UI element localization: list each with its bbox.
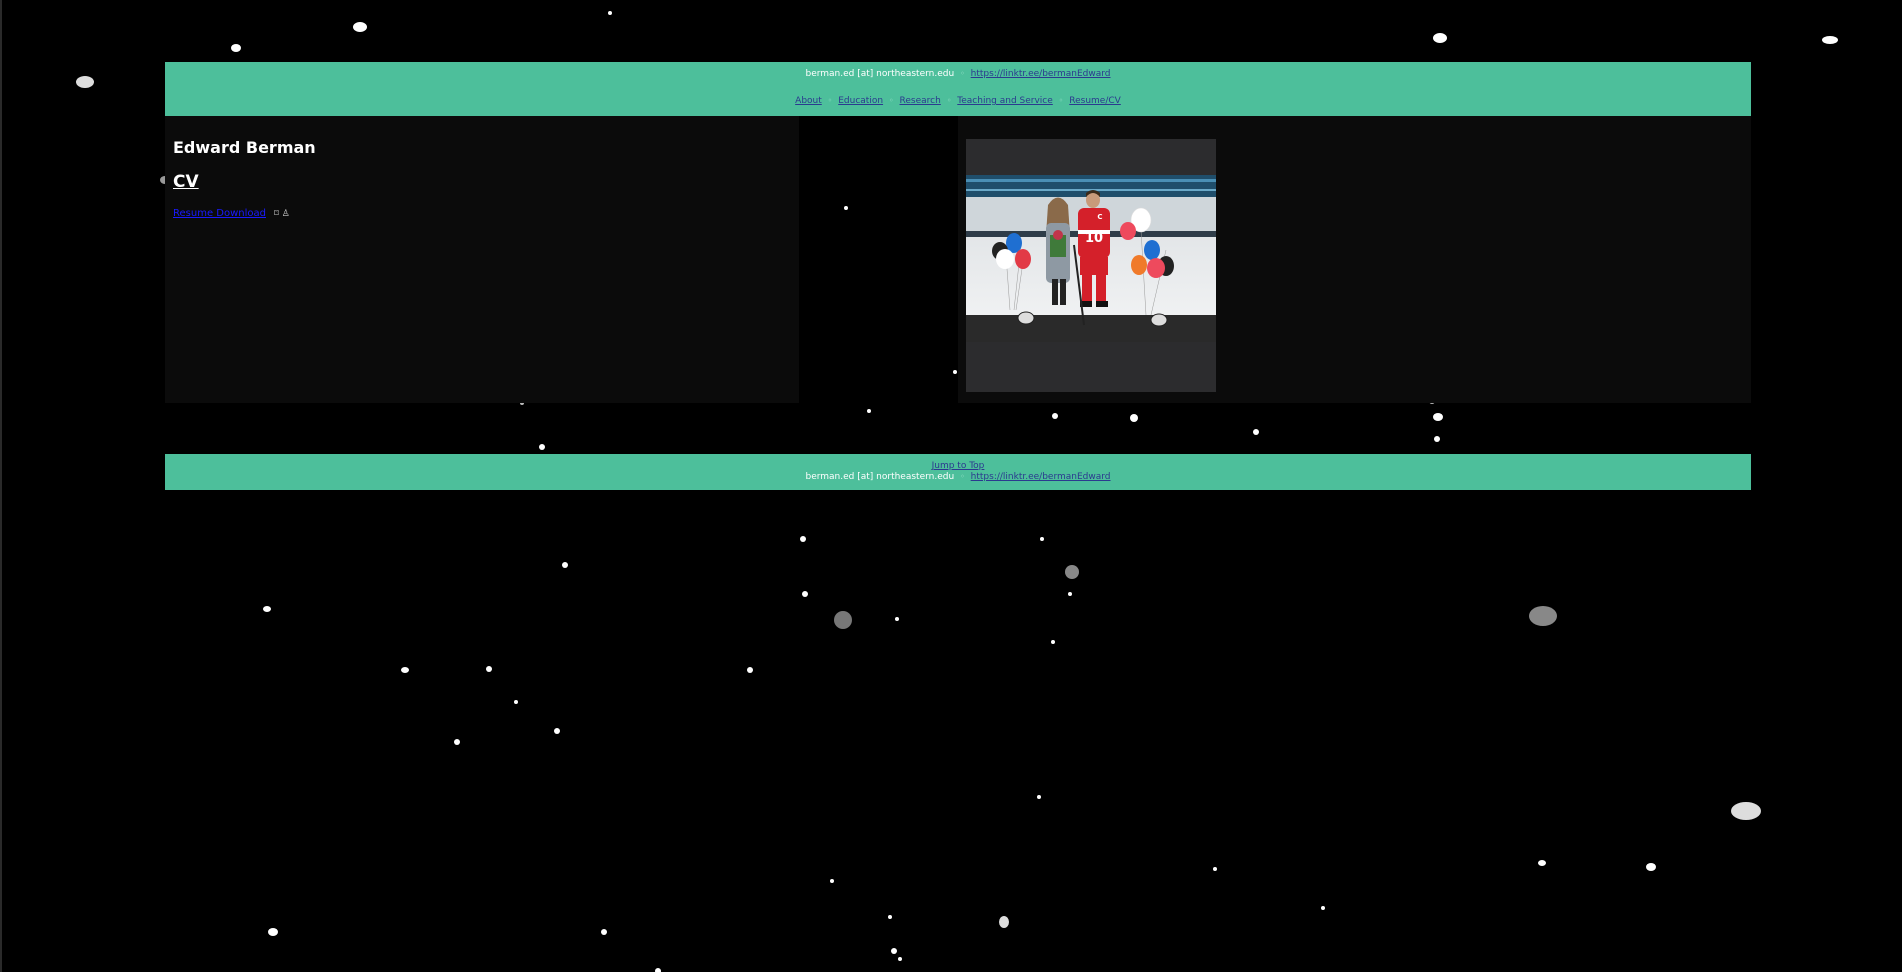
resume-icons: ⌑ ♙ [274, 209, 290, 219]
nav-separator: ◦ [1058, 96, 1064, 105]
star-dot [231, 44, 241, 52]
star-dot [867, 409, 871, 413]
star-dot [830, 879, 834, 883]
star-dot [1051, 640, 1055, 644]
header-email: berman.ed [at] northeastern.edu [805, 69, 955, 79]
star-dot [1538, 860, 1546, 866]
jump-row: Jump to Top [165, 461, 1751, 471]
star-dot [1253, 429, 1259, 435]
nav-about[interactable]: About [795, 96, 822, 106]
star-dot [1213, 867, 1217, 871]
window-edge [0, 0, 2, 972]
star-dot [834, 611, 852, 629]
footer-email: berman.ed [at] northeastern.edu [805, 472, 955, 482]
nav-separator: ◦ [827, 96, 833, 105]
nav-separator: ◦ [888, 96, 894, 105]
star-dot [601, 929, 607, 935]
star-dot [1433, 413, 1443, 421]
star-dot [554, 728, 560, 734]
star-dot [898, 957, 902, 961]
jersey-letter: C [1097, 213, 1102, 221]
star-dot [401, 667, 409, 673]
jersey-number: 10 [1085, 231, 1103, 246]
site-header: berman.ed [at] northeastern.edu ◦ https:… [165, 62, 1751, 116]
star-dot [514, 700, 518, 704]
star-dot [268, 928, 278, 936]
star-dot [454, 739, 460, 745]
resume-row: Resume Download ⌑ ♙ [173, 208, 290, 219]
star-dot [1068, 592, 1072, 596]
star-dot [800, 536, 806, 542]
footer-linktree-link[interactable]: https://linktr.ee/bermanEdward [971, 472, 1111, 482]
header-linktree-link[interactable]: https://linktr.ee/bermanEdward [971, 69, 1111, 79]
star-dot [608, 11, 612, 15]
star-dot [888, 915, 892, 919]
star-dot [1037, 795, 1041, 799]
star-dot [844, 206, 848, 210]
resume-download-link[interactable]: Resume Download [173, 208, 266, 219]
profile-photo: 10 C [966, 175, 1216, 342]
star-dot [1130, 414, 1138, 422]
nav-education[interactable]: Education [838, 96, 883, 106]
nav-teaching-and-service[interactable]: Teaching and Service [957, 96, 1053, 106]
page-title: Edward Berman [173, 138, 316, 157]
photo-panel: 10 C [958, 116, 1751, 403]
star-dot [1433, 33, 1447, 43]
star-dot [891, 948, 897, 954]
star-dot [999, 916, 1009, 928]
jump-to-top-link[interactable]: Jump to Top [932, 461, 985, 471]
star-dot [1731, 802, 1761, 820]
photo-frame: 10 C [966, 139, 1216, 392]
star-dot [1434, 436, 1440, 442]
star-dot [76, 76, 94, 88]
content-panel: Edward Berman CV Resume Download ⌑ ♙ [165, 116, 799, 403]
site-footer: Jump to Top berman.ed [at] northeastern.… [165, 454, 1751, 490]
nav-research[interactable]: Research [900, 96, 941, 106]
header-contact: berman.ed [at] northeastern.edu ◦ https:… [165, 69, 1751, 79]
star-dot [539, 444, 545, 450]
footer-separator: ◦ [960, 472, 965, 481]
star-dot [655, 968, 661, 972]
star-dot [263, 606, 271, 612]
nav-resume-cv[interactable]: Resume/CV [1069, 96, 1121, 106]
star-dot [1646, 863, 1656, 871]
nav-separator: ◦ [946, 96, 952, 105]
star-dot [895, 617, 899, 621]
star-dot [1321, 906, 1325, 910]
star-dot [562, 562, 568, 568]
star-dot [353, 22, 367, 32]
star-dot [953, 370, 957, 374]
star-dot [1052, 413, 1058, 419]
star-dot [1040, 537, 1044, 541]
header-separator: ◦ [960, 69, 965, 78]
section-title: CV [173, 172, 199, 192]
star-dot [747, 667, 753, 673]
footer-contact: berman.ed [at] northeastern.edu ◦ https:… [165, 472, 1751, 482]
main-nav: About ◦ Education ◦ Research ◦ Teaching … [165, 96, 1751, 106]
star-dot [1529, 606, 1557, 626]
star-dot [486, 666, 492, 672]
star-dot [1822, 36, 1838, 44]
star-dot [802, 591, 808, 597]
star-dot [1065, 565, 1079, 579]
